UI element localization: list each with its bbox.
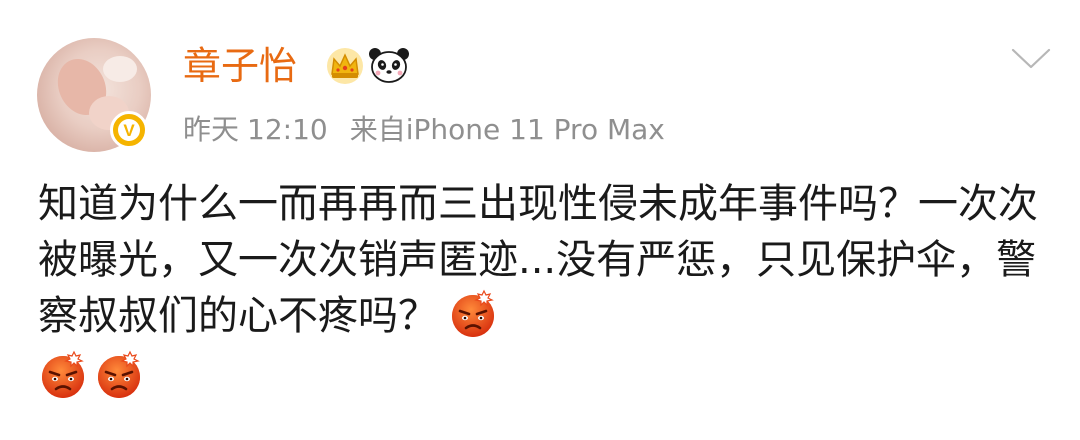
post-meta: 昨天 12:10 来自iPhone 11 Pro Max [183,110,665,150]
post-text: 知道为什么一而再再而三出现性侵未成年事件吗？一次次被曝光，又一次次销声匿迹...… [38,176,1048,405]
avatar-photo-detail [103,56,137,82]
svg-text:V: V [123,121,135,140]
username[interactable]: 章子怡 [183,41,297,91]
post-source[interactable]: 来自iPhone 11 Pro Max [350,113,665,146]
emoji-row [38,344,1048,405]
verified-badge-icon: V [110,111,148,149]
weibo-post: V 章子怡 昨天 12:10 来自iPhone 11 Pro Max 知道为什么一而… [0,0,1080,440]
post-time: 12:10 [247,113,328,146]
post-body: 知道为什么一而再再而三出现性侵未成年事件吗？一次次被曝光，又一次次销声匿迹...… [38,181,1038,339]
angry-face-icon [98,350,140,398]
angry-face-icon [42,350,84,398]
post-date: 昨天 [183,113,240,146]
panda-icon [369,48,409,83]
crown-icon [327,48,363,84]
chevron-down-icon[interactable] [1008,44,1054,74]
angry-face-icon [452,289,494,337]
